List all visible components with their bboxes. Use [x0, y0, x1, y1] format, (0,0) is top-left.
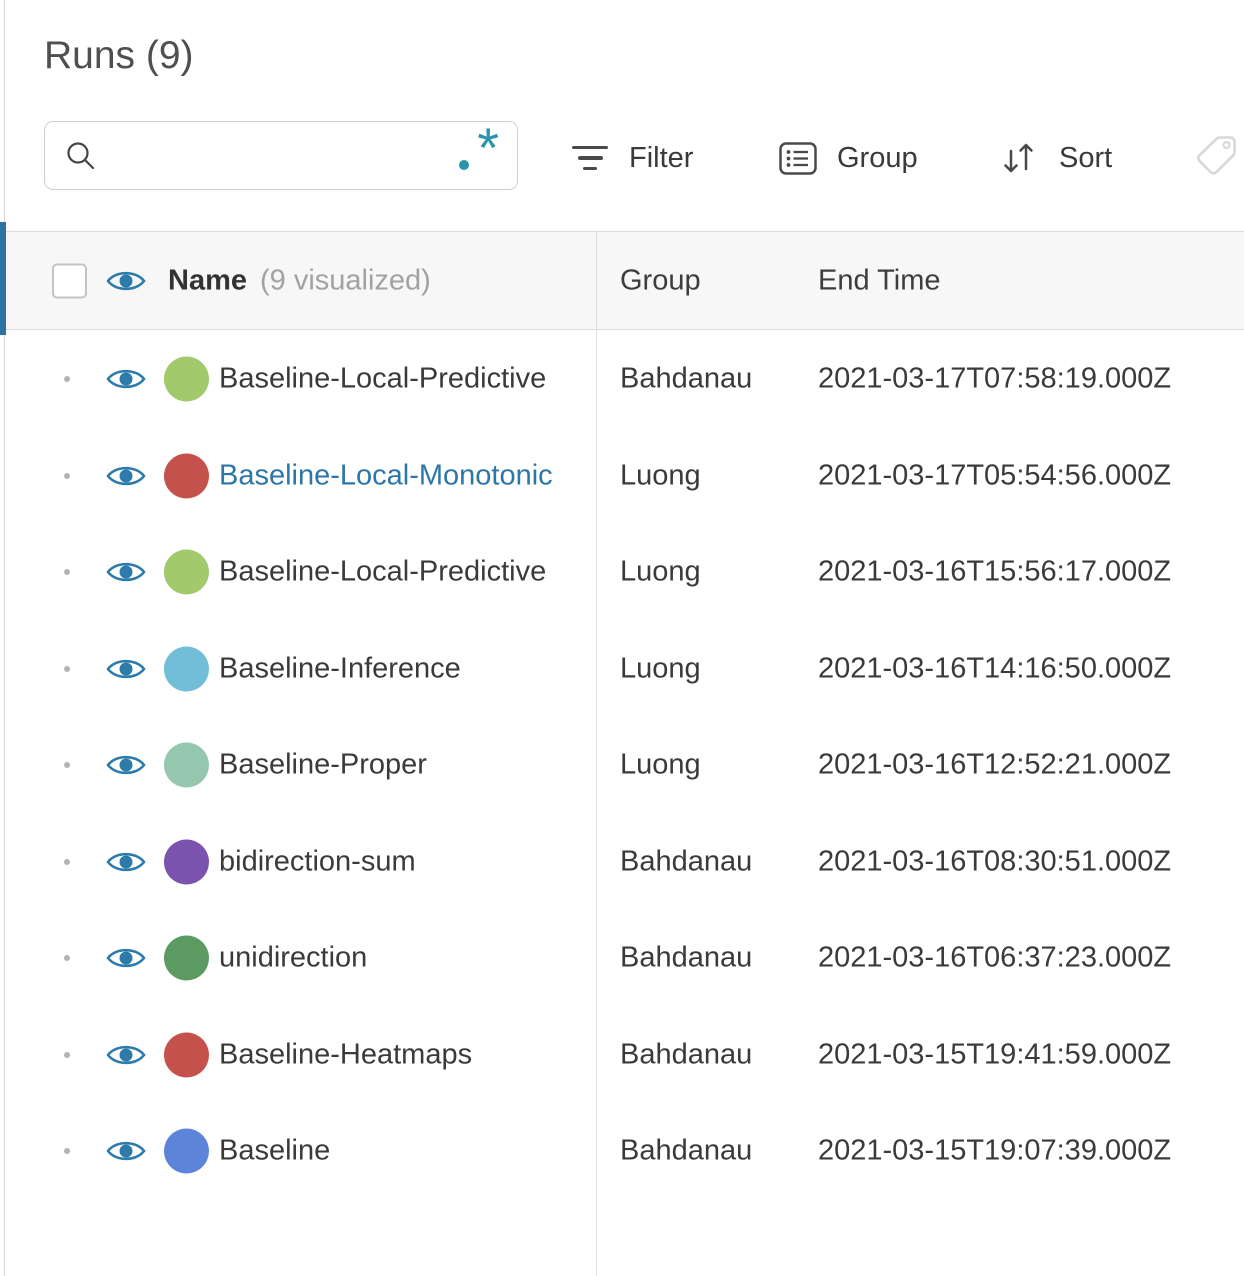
- visibility-eye-icon[interactable]: [106, 656, 146, 682]
- run-endtime-cell: 2021-03-16T12:52:21.000Z: [818, 748, 1172, 781]
- name-column-label: Name: [168, 264, 247, 296]
- run-endtime-cell: 2021-03-16T08:30:51.000Z: [818, 845, 1172, 878]
- search-input[interactable]: [111, 139, 457, 172]
- group-button[interactable]: Group: [779, 128, 918, 188]
- run-color-dot: [164, 935, 209, 981]
- drag-handle-dot[interactable]: [64, 665, 70, 672]
- runs-panel: Runs (9) * Filter Group Sort Name (9 vis…: [0, 0, 1244, 1276]
- visibility-eye-icon[interactable]: [106, 849, 146, 875]
- table-row[interactable]: Baseline-Local-Monotonic Luong 2021-03-1…: [0, 428, 1244, 525]
- visibility-all-eye-icon[interactable]: [106, 268, 146, 294]
- drag-handle-dot[interactable]: [64, 1148, 70, 1155]
- visualized-count-label: (9 visualized): [260, 264, 431, 296]
- drag-handle-dot[interactable]: [64, 472, 70, 479]
- run-group-cell: Bahdanau: [620, 362, 753, 395]
- run-name-link[interactable]: Baseline: [219, 1135, 330, 1168]
- visibility-eye-icon[interactable]: [106, 945, 146, 971]
- column-divider[interactable]: [596, 231, 597, 1276]
- visibility-eye-icon[interactable]: [106, 752, 146, 778]
- run-name-link[interactable]: Baseline-Inference: [219, 652, 461, 685]
- run-name-link[interactable]: Baseline-Local-Monotonic: [219, 459, 553, 492]
- drag-handle-dot[interactable]: [64, 762, 70, 769]
- tag-icon: [1197, 136, 1236, 175]
- table-row[interactable]: Baseline-Local-Predictive Luong 2021-03-…: [0, 524, 1244, 621]
- table-row[interactable]: unidirection Bahdanau 2021-03-16T06:37:2…: [0, 910, 1244, 1007]
- run-color-dot: [164, 646, 209, 692]
- select-all-checkbox[interactable]: [52, 263, 87, 298]
- header-accent-bar: [0, 222, 6, 335]
- run-color-dot: [164, 742, 209, 788]
- run-color-dot: [164, 453, 209, 499]
- sort-label: Sort: [1059, 141, 1113, 174]
- search-icon: [67, 141, 95, 169]
- table-row[interactable]: Baseline Bahdanau 2021-03-15T19:07:39.00…: [0, 1103, 1244, 1200]
- visibility-eye-icon[interactable]: [106, 559, 146, 585]
- run-group-cell: Bahdanau: [620, 1134, 753, 1167]
- run-name-link[interactable]: Baseline-Local-Predictive: [219, 556, 546, 589]
- filter-button[interactable]: Filter: [571, 128, 693, 188]
- run-group-cell: Luong: [620, 652, 701, 685]
- table-header-row: Name (9 visualized) Group End Time: [0, 231, 1244, 330]
- run-color-dot: [164, 549, 209, 595]
- visibility-eye-icon[interactable]: [106, 366, 146, 392]
- sort-button[interactable]: Sort: [999, 128, 1112, 188]
- regex-toggle-icon[interactable]: *: [457, 119, 499, 180]
- run-name-link[interactable]: Baseline-Heatmaps: [219, 1038, 472, 1071]
- run-endtime-cell: 2021-03-17T07:58:19.000Z: [818, 362, 1172, 395]
- group-column-header[interactable]: Group: [620, 264, 701, 297]
- drag-handle-dot[interactable]: [64, 1051, 70, 1058]
- visibility-eye-icon[interactable]: [106, 463, 146, 489]
- visibility-eye-icon[interactable]: [106, 1042, 146, 1068]
- table-row[interactable]: Baseline-Heatmaps Bahdanau 2021-03-15T19…: [0, 1007, 1244, 1104]
- table-row[interactable]: bidirection-sum Bahdanau 2021-03-16T08:3…: [0, 814, 1244, 911]
- table-row[interactable]: Baseline-Proper Luong 2021-03-16T12:52:2…: [0, 717, 1244, 814]
- run-endtime-cell: 2021-03-17T05:54:56.000Z: [818, 459, 1172, 492]
- run-color-dot: [164, 1128, 209, 1174]
- run-endtime-cell: 2021-03-16T14:16:50.000Z: [818, 652, 1172, 685]
- search-box[interactable]: *: [44, 119, 518, 190]
- drag-handle-dot[interactable]: [64, 569, 70, 576]
- run-name-link[interactable]: Baseline-Local-Predictive: [219, 363, 546, 396]
- run-group-cell: Bahdanau: [620, 845, 753, 878]
- runs-table-body: Baseline-Local-Predictive Bahdanau 2021-…: [0, 331, 1244, 1200]
- table-row[interactable]: Baseline-Local-Predictive Bahdanau 2021-…: [0, 331, 1244, 428]
- page-title: Runs (9): [44, 34, 194, 77]
- group-label: Group: [837, 141, 918, 174]
- table-row[interactable]: Baseline-Inference Luong 2021-03-16T14:1…: [0, 621, 1244, 718]
- run-group-cell: Luong: [620, 555, 701, 588]
- run-group-cell: Bahdanau: [620, 941, 753, 974]
- run-group-cell: Luong: [620, 459, 701, 492]
- run-name-link[interactable]: Baseline-Proper: [219, 749, 427, 782]
- run-endtime-cell: 2021-03-16T15:56:17.000Z: [818, 555, 1172, 588]
- run-color-dot: [164, 1032, 209, 1078]
- drag-handle-dot[interactable]: [64, 376, 70, 383]
- run-endtime-cell: 2021-03-15T19:41:59.000Z: [818, 1038, 1172, 1071]
- sort-arrows-icon: [1004, 143, 1033, 173]
- run-endtime-cell: 2021-03-15T19:07:39.000Z: [818, 1134, 1172, 1167]
- visibility-eye-icon[interactable]: [106, 1138, 146, 1164]
- tag-button[interactable]: [1194, 134, 1238, 179]
- group-list-icon: [779, 141, 817, 175]
- filter-icon: [571, 145, 609, 171]
- run-color-dot: [164, 839, 209, 885]
- name-column-header[interactable]: Name (9 visualized): [168, 264, 431, 297]
- run-group-cell: Bahdanau: [620, 1038, 753, 1071]
- endtime-column-header[interactable]: End Time: [818, 264, 941, 297]
- run-group-cell: Luong: [620, 748, 701, 781]
- run-name-link[interactable]: unidirection: [219, 942, 367, 975]
- filter-label: Filter: [629, 141, 694, 174]
- run-endtime-cell: 2021-03-16T06:37:23.000Z: [818, 941, 1172, 974]
- run-name-link[interactable]: bidirection-sum: [219, 845, 416, 878]
- run-color-dot: [164, 356, 209, 402]
- drag-handle-dot[interactable]: [64, 955, 70, 962]
- drag-handle-dot[interactable]: [64, 858, 70, 865]
